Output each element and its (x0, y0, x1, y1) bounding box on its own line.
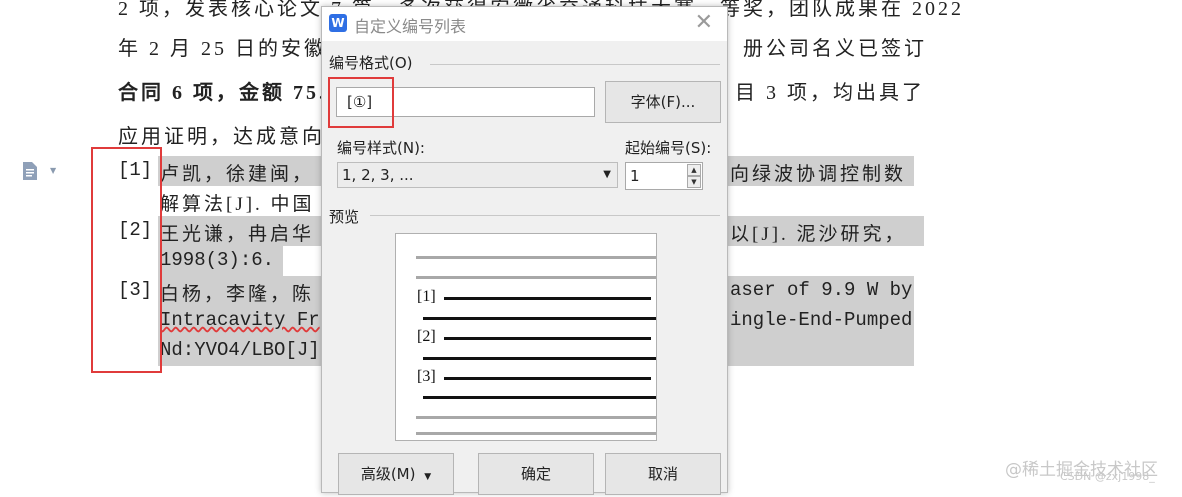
preview-number: [1] (417, 288, 436, 305)
preview-line (423, 396, 656, 399)
reference-text: 向绿波协调控制数 (730, 164, 907, 185)
advanced-button[interactable]: 高级(M) ▼ (338, 453, 454, 495)
preview-line (423, 357, 656, 360)
close-icon[interactable]: ✕ (695, 11, 713, 35)
number-style-label: 编号样式(N): (337, 139, 425, 157)
doc-line-4: 应用证明，达成意向 (118, 126, 325, 148)
format-label: 编号格式(O) (329, 54, 413, 72)
doc-line-3-right: 目 3 项，均出具了 (735, 82, 925, 104)
wps-logo-icon: W (329, 14, 347, 32)
dialog-titlebar[interactable]: W 自定义编号列表 ✕ (322, 7, 727, 41)
start-number-label: 起始编号(S): (625, 139, 712, 157)
number-style-select[interactable]: 1, 2, 3, ... ▼ (337, 162, 618, 188)
preview-line (416, 416, 656, 419)
reference-text: Nd:YVO4/LBO[J] (160, 339, 320, 361)
preview-line (444, 337, 651, 340)
reference-text: 白杨，李隆，陈 (160, 284, 315, 305)
preview-number: [2] (417, 328, 436, 345)
reference-text: Intracavity Fr (160, 309, 320, 331)
preview-number: [3] (417, 368, 436, 385)
stepper-down-icon[interactable]: ▼ (687, 176, 701, 188)
start-number-value: 1 (630, 167, 640, 185)
preview-line (416, 276, 656, 279)
reference-text: 以[J]. 泥沙研究， (730, 224, 907, 245)
doc-line-2: 年 2 月 25 日的安徽日 (118, 38, 350, 60)
paragraph-icon[interactable] (22, 161, 38, 181)
advanced-button-label: 高级(M) (360, 465, 416, 483)
divider (430, 64, 720, 65)
annotation-highlight-box (91, 147, 162, 373)
font-button[interactable]: 字体(F)... (605, 81, 721, 123)
preview-label: 预览 (329, 208, 360, 226)
chevron-down-icon[interactable]: ▼ (50, 166, 56, 175)
reference-text: 解算法[J]. 中国 (160, 194, 315, 215)
preview-line (444, 297, 651, 300)
chevron-down-icon: ▼ (603, 169, 611, 180)
reference-text: 王光谦，冉启华 (160, 224, 315, 245)
preview-pane: [1] [2] [3] (395, 233, 657, 441)
start-number-stepper[interactable]: 1 ▲ ▼ (625, 162, 703, 190)
preview-line (423, 317, 656, 320)
chevron-down-icon: ▼ (424, 472, 432, 482)
preview-line (444, 377, 651, 380)
preview-line (416, 256, 656, 259)
annotation-highlight-box (328, 77, 394, 128)
divider (370, 215, 720, 216)
reference-text: 1998(3):6. (160, 249, 275, 271)
custom-numbering-dialog: W 自定义编号列表 ✕ 编号格式(O) [①] 字体(F)... 编号样式(N)… (321, 6, 728, 495)
dialog-title: 自定义编号列表 (354, 17, 467, 36)
reference-text: ingle-End-Pumped (730, 309, 913, 331)
stepper-up-icon[interactable]: ▲ (687, 164, 701, 176)
watermark-sub: CSDN @zxj1998_ (1060, 470, 1155, 483)
doc-line-2-right: 册公司名义已签订 (743, 38, 927, 60)
number-style-value: 1, 2, 3, ... (342, 166, 414, 184)
reference-text: aser of 9.9 W by (730, 279, 913, 301)
ok-button[interactable]: 确定 (478, 453, 594, 495)
preview-line (416, 432, 656, 435)
doc-line-3: 合同 6 项，金额 75.2 (118, 82, 340, 104)
cancel-button[interactable]: 取消 (605, 453, 721, 495)
reference-text: 卢凯，徐建闽， (160, 164, 315, 185)
